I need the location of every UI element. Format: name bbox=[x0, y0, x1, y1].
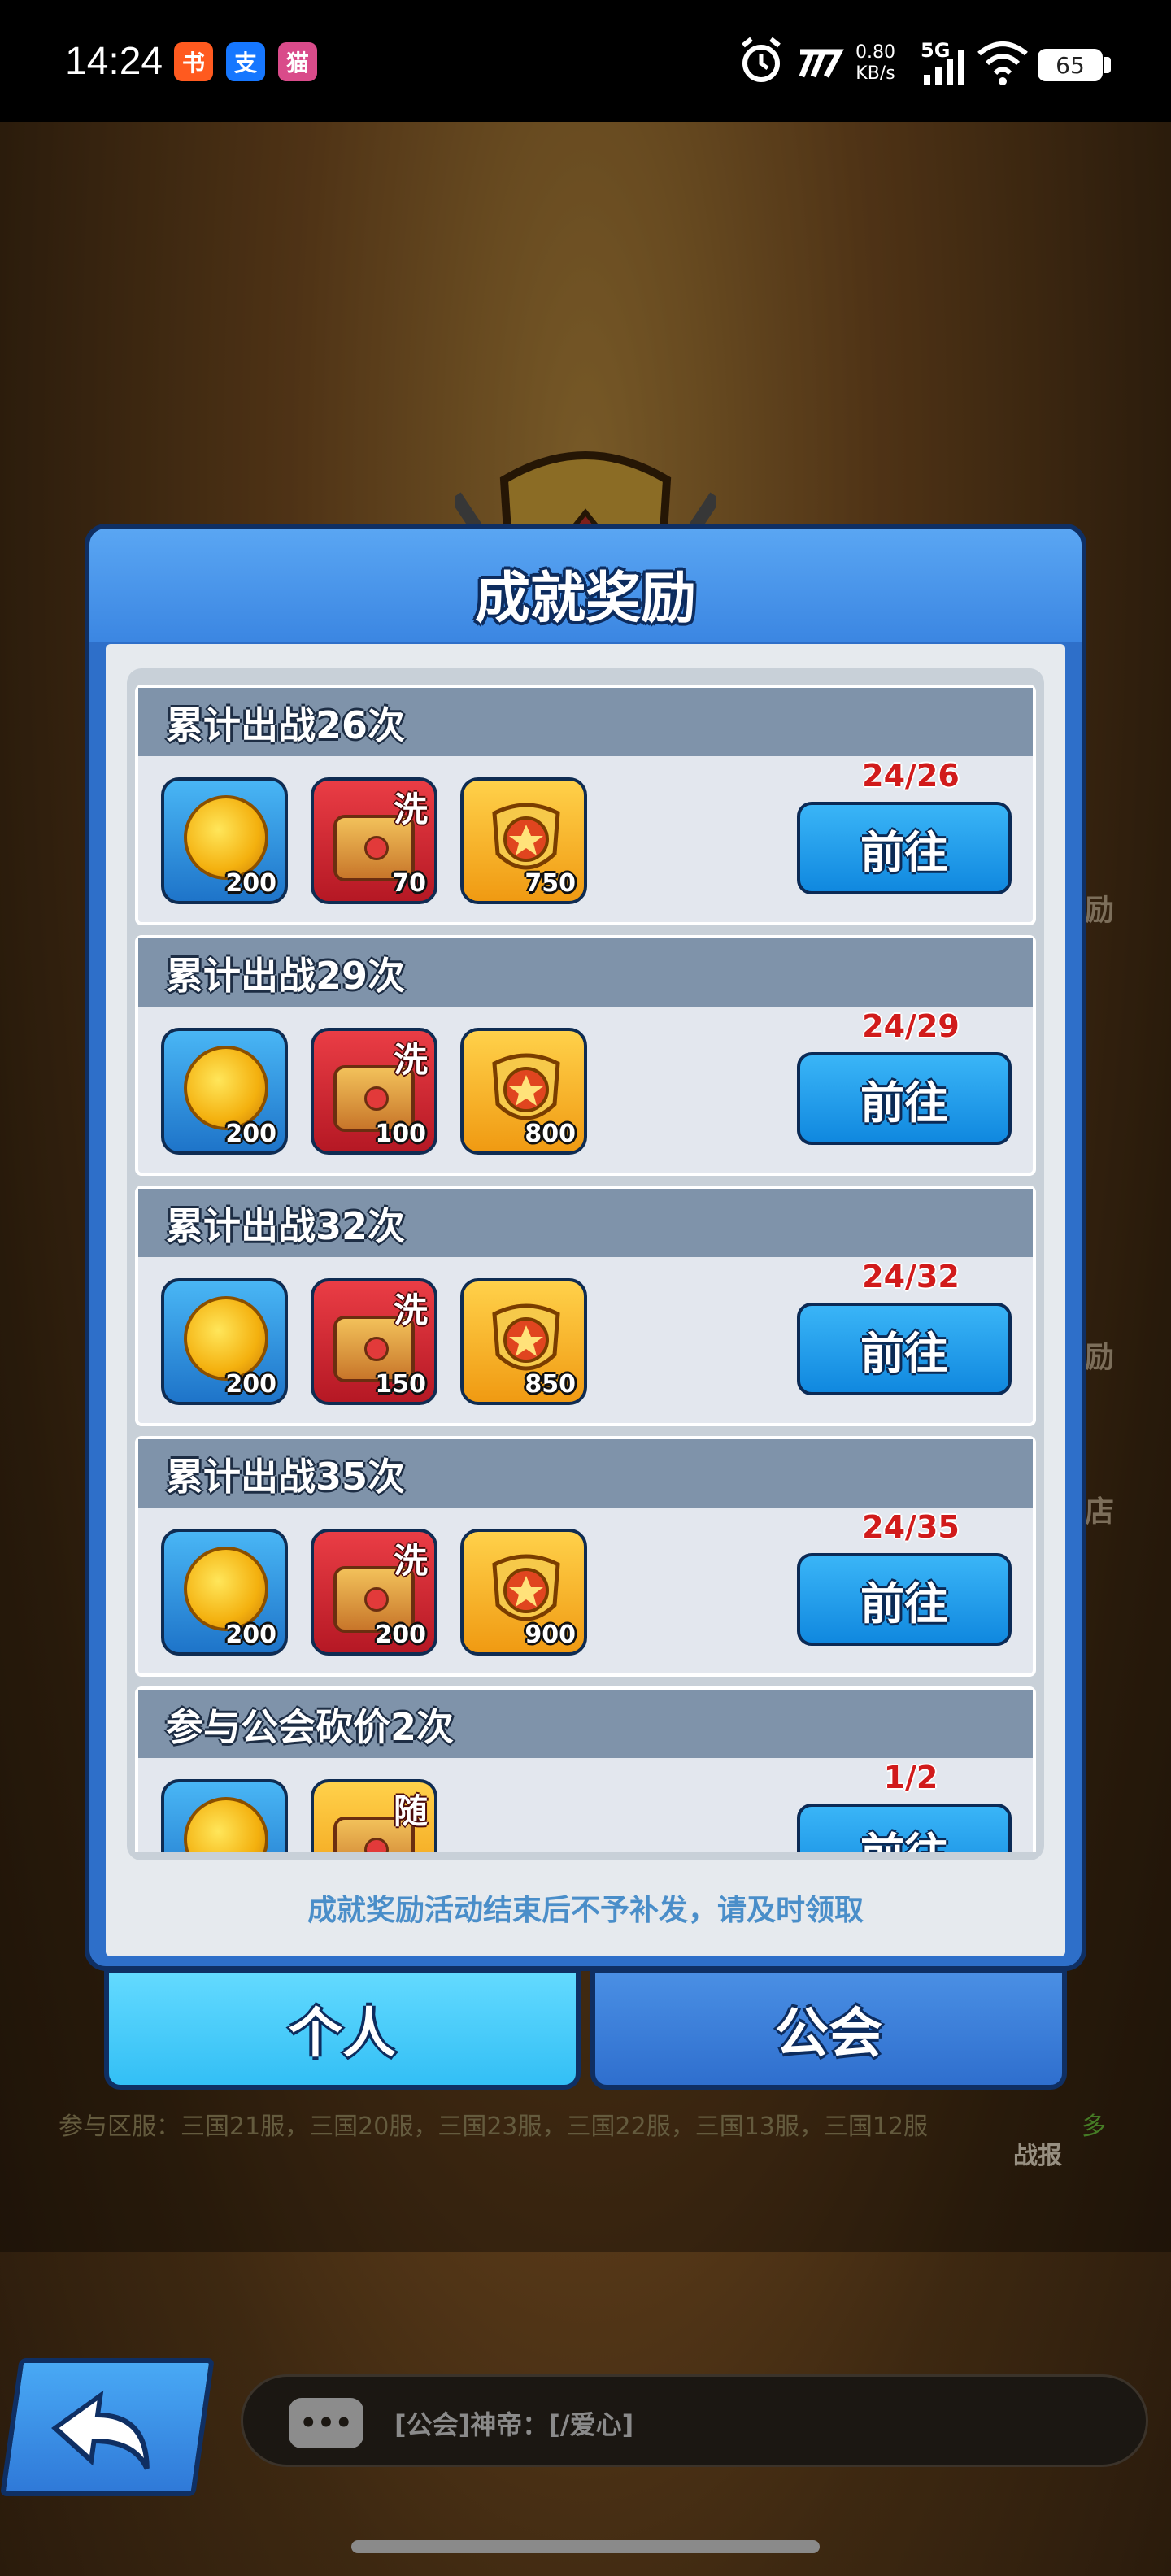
card-header: 参与公会砍价2次 bbox=[138, 1690, 1033, 1758]
card-header: 累计出战35次 bbox=[138, 1439, 1033, 1508]
home-indicator[interactable] bbox=[351, 2540, 820, 2553]
progress-text: 24/29 bbox=[862, 1008, 960, 1044]
progress-text: 24/26 bbox=[862, 758, 960, 794]
achievement-card: 累计出战26次 200 洗 70 750 24/26 前往 bbox=[135, 685, 1036, 925]
achievement-card: 累计出战32次 200 洗 150 850 24/32 前往 bbox=[135, 1186, 1036, 1426]
card-title: 累计出战32次 bbox=[166, 1204, 406, 1248]
status-time: 14:24 bbox=[65, 40, 163, 83]
back-arrow-icon bbox=[51, 2390, 150, 2470]
reward-quantity: 200 bbox=[225, 1120, 276, 1148]
reward-quantity: 200 bbox=[225, 869, 276, 898]
card-title: 累计出战26次 bbox=[166, 703, 406, 747]
go-button[interactable]: 前往 bbox=[797, 1804, 1012, 1852]
signal-brand-icon bbox=[799, 49, 844, 78]
network-speed: 0.80 KB/s bbox=[855, 42, 895, 85]
reward-list[interactable]: 累计出战26次 200 洗 70 750 24/26 前往 累计出战29次 200 洗 100 800… bbox=[135, 685, 1036, 1852]
reward-tag: 洗 bbox=[393, 790, 428, 829]
speed-value: 0.80 bbox=[855, 42, 895, 63]
alarm-icon bbox=[742, 37, 781, 82]
reward-item[interactable]: 随 bbox=[311, 1779, 437, 1852]
back-button[interactable] bbox=[0, 2358, 215, 2496]
card-title: 累计出战35次 bbox=[166, 1455, 406, 1499]
reward-item[interactable]: 750 bbox=[460, 777, 587, 904]
go-button[interactable]: 前往 bbox=[797, 802, 1012, 894]
modal-body: 累计出战26次 200 洗 70 750 24/26 前往 累计出战29次 200 洗 100 800… bbox=[106, 644, 1065, 1956]
card-title: 参与公会砍价2次 bbox=[166, 1705, 455, 1749]
progress-text: 24/32 bbox=[862, 1259, 960, 1295]
reward-quantity: 800 bbox=[525, 1120, 576, 1148]
gold-coin-icon bbox=[184, 795, 268, 880]
reward-quantity: 900 bbox=[525, 1621, 576, 1649]
reward-quantity: 200 bbox=[225, 1621, 276, 1649]
reward-item[interactable]: 200 bbox=[161, 1278, 288, 1405]
xiaohongshu-app-icon: 书 bbox=[174, 42, 213, 81]
chat-bar[interactable]: ••• [公会]神帝：[/爱心] bbox=[241, 2374, 1148, 2467]
card-header: 累计出战26次 bbox=[138, 688, 1033, 756]
reward-quantity: 70 bbox=[392, 869, 426, 898]
reward-quantity: 750 bbox=[525, 869, 576, 898]
battery-indicator: 65 bbox=[1038, 49, 1103, 81]
modal-header: 成就奖励 bbox=[89, 529, 1082, 642]
go-button[interactable]: 前往 bbox=[797, 1052, 1012, 1145]
reward-item[interactable]: 洗 150 bbox=[311, 1278, 437, 1405]
reward-item[interactable]: 洗 100 bbox=[311, 1028, 437, 1155]
footer-note: 成就奖励活动结束后不予补发，请及时领取 bbox=[307, 1894, 864, 1927]
reward-quantity: 100 bbox=[375, 1120, 426, 1148]
tab-guild[interactable]: 公会 bbox=[590, 1968, 1067, 2090]
achievement-card: 累计出战35次 200 洗 200 900 24/35 前往 bbox=[135, 1436, 1036, 1677]
reward-tag: 洗 bbox=[393, 1290, 428, 1330]
reward-item[interactable] bbox=[161, 1779, 288, 1852]
reward-tag: 随 bbox=[393, 1791, 428, 1831]
reward-tag: 洗 bbox=[393, 1541, 428, 1581]
achievement-card: 参与公会砍价2次随 1/2 前往 bbox=[135, 1686, 1036, 1852]
wifi-icon bbox=[977, 41, 1028, 85]
achievement-card: 累计出战29次 200 洗 100 800 24/29 前往 bbox=[135, 935, 1036, 1176]
alipay-app-icon: 支 bbox=[226, 42, 265, 81]
gold-coin-icon bbox=[184, 1797, 268, 1852]
reward-item[interactable]: 洗 200 bbox=[311, 1529, 437, 1656]
progress-text: 1/2 bbox=[883, 1760, 938, 1795]
gold-coin-icon bbox=[184, 1547, 268, 1631]
battery-tip bbox=[1104, 57, 1111, 73]
reward-item[interactable]: 850 bbox=[460, 1278, 587, 1405]
chat-message: [公会]神帝：[/爱心] bbox=[394, 2409, 634, 2440]
card-header: 累计出战32次 bbox=[138, 1189, 1033, 1257]
gold-coin-icon bbox=[184, 1296, 268, 1381]
reward-quantity: 150 bbox=[375, 1370, 426, 1399]
progress-text: 24/35 bbox=[862, 1509, 960, 1545]
card-title: 累计出战29次 bbox=[166, 954, 406, 998]
modal-title: 成就奖励 bbox=[474, 567, 696, 631]
reward-item[interactable]: 900 bbox=[460, 1529, 587, 1656]
reward-list-frame: 累计出战26次 200 洗 70 750 24/26 前往 累计出战29次 200 洗 100 800… bbox=[127, 668, 1044, 1860]
tab-personal[interactable]: 个人 bbox=[104, 1968, 581, 2090]
reward-item[interactable]: 洗 70 bbox=[311, 777, 437, 904]
reward-item[interactable]: 200 bbox=[161, 1028, 288, 1155]
reward-item[interactable]: 800 bbox=[460, 1028, 587, 1155]
reward-item[interactable]: 200 bbox=[161, 777, 288, 904]
go-button[interactable]: 前往 bbox=[797, 1553, 1012, 1646]
speed-unit: KB/s bbox=[855, 63, 895, 84]
reward-quantity: 200 bbox=[225, 1370, 276, 1399]
reward-item[interactable]: 200 bbox=[161, 1529, 288, 1656]
cell-signal-icon bbox=[924, 50, 964, 85]
gold-coin-icon bbox=[184, 1046, 268, 1130]
reward-quantity: 850 bbox=[525, 1370, 576, 1399]
game-app-icon: 猫 bbox=[278, 42, 317, 81]
status-bar: 14:24 书支猫 0.80 KB/s 5G 65 bbox=[0, 0, 1171, 122]
card-header: 累计出战29次 bbox=[138, 938, 1033, 1007]
chat-bubble-icon: ••• bbox=[289, 2398, 363, 2448]
go-button[interactable]: 前往 bbox=[797, 1303, 1012, 1395]
achievement-reward-modal: 成就奖励 累计出战26次 200 洗 70 750 24/26 前往 累计出战29次 200 洗 1… bbox=[85, 524, 1086, 1971]
reward-tag: 洗 bbox=[393, 1040, 428, 1080]
reward-quantity: 200 bbox=[375, 1621, 426, 1649]
